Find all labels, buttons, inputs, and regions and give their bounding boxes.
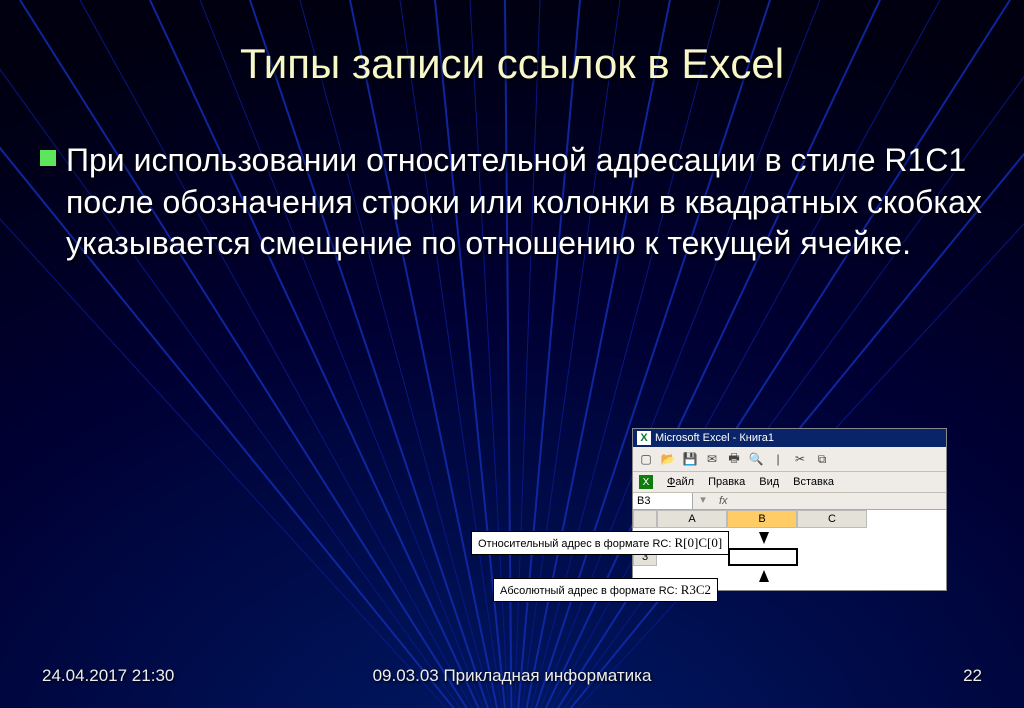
callout-relative-label: Относительный адрес в формате RC: (478, 538, 671, 550)
excel-menubar: X Файл Правка Вид Вставка (633, 472, 946, 493)
col-header-b: B (727, 510, 797, 528)
bullet-text: При использовании относительной адресаци… (66, 140, 984, 265)
excel-namebox: B3 (633, 493, 693, 509)
callout-absolute: Абсолютный адрес в формате RC: R3C2 (493, 578, 718, 602)
callout-absolute-label: Абсолютный адрес в формате RC: (500, 585, 678, 597)
arrow-down-icon (759, 532, 769, 544)
excel-window-title: Microsoft Excel - Книга1 (655, 432, 774, 444)
copy-icon: ⧉ (813, 450, 831, 468)
callout-relative: Относительный адрес в формате RC: R[0]C[… (471, 531, 729, 555)
slide-title: Типы записи ссылок в Excel (0, 40, 1024, 88)
preview-icon: 🔍 (747, 450, 765, 468)
cut-icon: ✂ (791, 450, 809, 468)
save-icon: 💾 (681, 450, 699, 468)
menu-view: Вид (759, 476, 779, 488)
print-icon: 🖶 (725, 450, 743, 468)
col-header-c: C (797, 510, 867, 528)
fx-label: fx (713, 493, 734, 509)
new-icon: ▢ (637, 450, 655, 468)
slide-footer: 24.04.2017 21:30 09.03.03 Прикладная инф… (0, 666, 1024, 686)
excel-toolbar: ▢ 📂 💾 ✉ 🖶 🔍 | ✂ ⧉ (633, 447, 946, 472)
arrow-up-icon (759, 570, 769, 582)
slide-body: При использовании относительной адресаци… (40, 140, 984, 265)
open-icon: 📂 (659, 450, 677, 468)
callout-absolute-value: R3C2 (681, 582, 711, 597)
callout-relative-value: R[0]C[0] (674, 535, 722, 550)
footer-course: 09.03.03 Прикладная информатика (0, 666, 1024, 686)
selected-cell (728, 548, 798, 566)
bullet-icon (40, 150, 56, 166)
excel-titlebar: X Microsoft Excel - Книга1 (633, 429, 946, 447)
menu-file: Файл (667, 476, 694, 488)
excel-logo-icon: X (637, 431, 651, 445)
mail-icon: ✉ (703, 450, 721, 468)
excel-doc-icon: X (639, 475, 653, 489)
menu-insert: Вставка (793, 476, 834, 488)
menu-edit: Правка (708, 476, 745, 488)
excel-screenshot: X Microsoft Excel - Книга1 ▢ 📂 💾 ✉ 🖶 🔍 |… (632, 428, 947, 591)
sep-icon: | (769, 450, 787, 468)
excel-formula-bar: B3 ▾ fx (633, 493, 946, 510)
col-header-a: A (657, 510, 727, 528)
